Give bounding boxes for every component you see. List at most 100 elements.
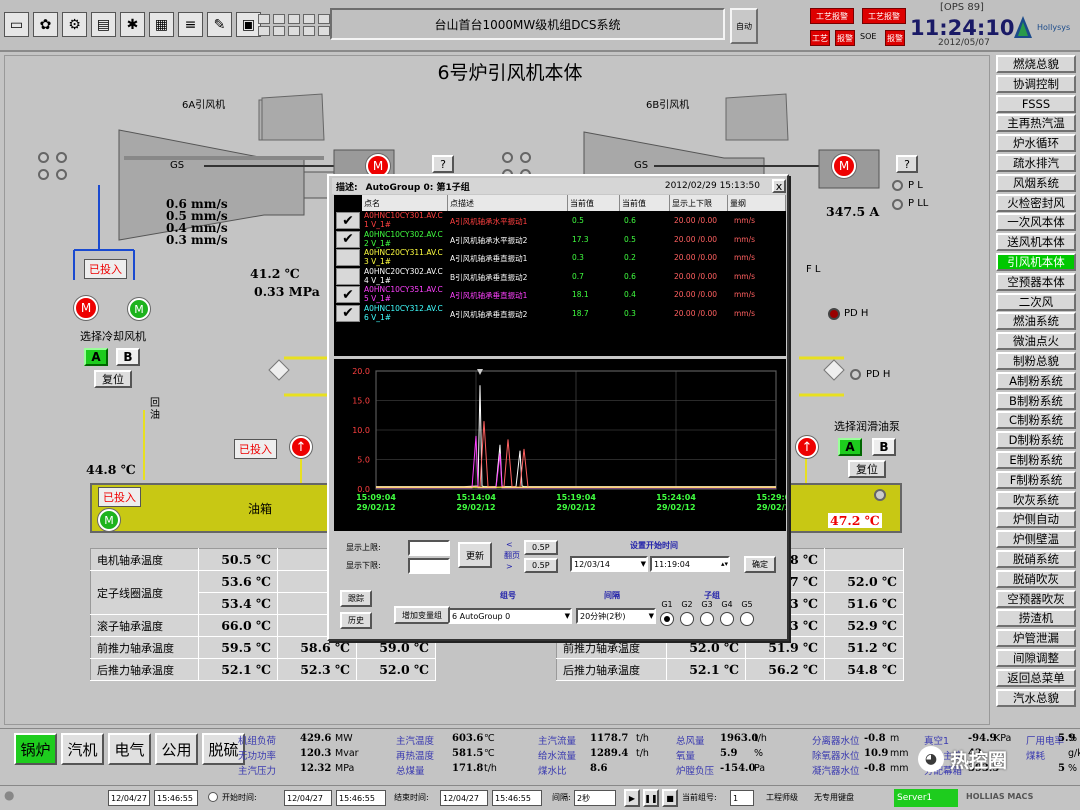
auto-button[interactable]: 自动 bbox=[730, 8, 758, 44]
cooling-select-b-button[interactable]: B bbox=[116, 348, 140, 366]
sidebar-item[interactable]: 火检密封风 bbox=[996, 193, 1076, 212]
lower-limit-input[interactable] bbox=[408, 558, 450, 574]
sidebar-item[interactable]: 疏水排汽 bbox=[996, 154, 1076, 172]
fan-a-help-button[interactable]: ? bbox=[432, 155, 454, 173]
sub-group-option[interactable]: G5 bbox=[740, 600, 754, 626]
sidebar-item[interactable]: B制粉系统 bbox=[996, 391, 1076, 410]
radio-icon[interactable] bbox=[208, 792, 218, 802]
alarm-button-3[interactable]: 工艺 bbox=[810, 30, 830, 46]
sidebar-item[interactable]: 风烟系统 bbox=[996, 173, 1076, 192]
sidebar-item[interactable]: 燃油系统 bbox=[996, 312, 1076, 331]
left-time-input[interactable]: 15:46:55 bbox=[154, 790, 198, 806]
sidebar-item[interactable]: 空预器本体 bbox=[996, 272, 1076, 291]
monitor-icon[interactable]: ▭ bbox=[4, 12, 29, 37]
lube-reset-button[interactable]: 复位 bbox=[848, 460, 886, 478]
row-checkbox[interactable]: ✔ bbox=[336, 212, 360, 229]
start-date-field[interactable]: 12/04/27 bbox=[284, 790, 332, 806]
end-date-field[interactable]: 12/04/27 bbox=[440, 790, 488, 806]
sidebar-item[interactable]: 制粉总貌 bbox=[996, 352, 1076, 370]
sidebar-item[interactable]: 炉管泄漏 bbox=[996, 629, 1076, 648]
oil-pump-a-arrow-icon[interactable]: ↑ bbox=[290, 436, 312, 458]
sidebar-item[interactable]: 燃烧总貌 bbox=[996, 55, 1076, 73]
page-up-link[interactable]: < bbox=[506, 540, 513, 549]
cooling-fan-b-motor[interactable]: M bbox=[128, 298, 150, 320]
sidebar-item[interactable]: 二次风 bbox=[996, 292, 1076, 311]
sidebar-item[interactable]: E制粉系统 bbox=[996, 451, 1076, 469]
trend-row[interactable]: A0HNC10CY302.AV.C 2 V_1# A引风机轴承水平振动2 17.3 0.… bbox=[364, 230, 784, 248]
group-no-bottom-field[interactable]: 1 bbox=[730, 790, 754, 806]
sub-group-option[interactable]: G2 bbox=[680, 600, 694, 626]
alarm-button-4[interactable]: 报警 bbox=[835, 30, 855, 46]
system-tab[interactable]: 汽机 bbox=[61, 733, 104, 765]
lube-select-a-button[interactable]: A bbox=[838, 438, 862, 456]
system-tab[interactable]: 公用 bbox=[155, 733, 198, 765]
trend-row[interactable]: A0HNC10CY301.AV.C 1 V_1# A引风机轴承水平振动1 0.5 0.6… bbox=[364, 211, 784, 229]
sidebar-item[interactable]: 炉水循环 bbox=[996, 134, 1076, 153]
sidebar-item[interactable]: 一次风本体 bbox=[996, 213, 1076, 232]
sidebar-item[interactable]: FSSS bbox=[996, 94, 1076, 113]
window-grid[interactable] bbox=[258, 14, 331, 36]
sidebar-item[interactable]: 炉侧自动 bbox=[996, 510, 1076, 529]
update-button[interactable]: 更新 bbox=[458, 542, 493, 568]
cooling-reset-button[interactable]: 复位 bbox=[94, 370, 132, 388]
start-date-input[interactable]: 12/03/14 ▼ bbox=[570, 556, 648, 572]
chart-icon[interactable]: ▤ bbox=[91, 12, 116, 37]
sidebar-item[interactable]: 汽水总貌 bbox=[996, 688, 1076, 707]
pen-icon[interactable]: ✎ bbox=[207, 12, 232, 37]
page-down-link[interactable]: > bbox=[506, 562, 513, 571]
play-icon[interactable]: ▶ bbox=[624, 789, 640, 807]
popup-close-button[interactable]: x bbox=[772, 179, 786, 193]
alarm-button-1[interactable]: 工艺报警 bbox=[810, 8, 854, 24]
alarm-button-2[interactable]: 工艺报警 bbox=[862, 8, 906, 24]
sub-group-option[interactable]: G3 bbox=[700, 600, 714, 626]
end-time-field[interactable]: 15:46:55 bbox=[492, 790, 542, 806]
sidebar-item[interactable]: D制粉系统 bbox=[996, 431, 1076, 450]
system-tab[interactable]: 锅炉 bbox=[14, 733, 57, 765]
half-page-button-2[interactable]: 0.5P bbox=[524, 558, 558, 573]
cooling-fan-a-motor[interactable]: M bbox=[74, 296, 98, 320]
oil-pump-b-arrow-icon[interactable]: ↑ bbox=[796, 436, 818, 458]
fan-b-motor[interactable]: M bbox=[832, 154, 856, 178]
lube-select-b-button[interactable]: B bbox=[872, 438, 896, 456]
confirm-button[interactable]: 确定 bbox=[744, 556, 776, 573]
settings-icon[interactable]: ✱ bbox=[120, 12, 145, 37]
track-button[interactable]: 跟踪 bbox=[340, 590, 372, 607]
pause-icon[interactable]: ❚❚ bbox=[643, 789, 659, 807]
sidebar-item[interactable]: 吹灰系统 bbox=[996, 490, 1076, 509]
sidebar-item[interactable]: C制粉系统 bbox=[996, 411, 1076, 430]
cooling-select-a-button[interactable]: A bbox=[84, 348, 108, 366]
system-tab[interactable]: 电气 bbox=[108, 733, 151, 765]
database-icon[interactable]: ≡ bbox=[178, 12, 203, 37]
alarm-button-5[interactable]: 报警 bbox=[885, 30, 905, 46]
fan-icon[interactable]: ✿ bbox=[33, 12, 58, 37]
trend-row[interactable]: A0HNC20CY311.AV.C 3 V_1# A引风机轴承垂直振动1 0.3 0.2… bbox=[364, 248, 784, 266]
interval-select[interactable]: 20分钟(2秒) ▼ bbox=[576, 608, 656, 624]
sub-group-option[interactable]: G1 bbox=[660, 600, 674, 626]
sidebar-item[interactable]: A制粉系统 bbox=[996, 371, 1076, 390]
stop-icon[interactable]: ■ bbox=[662, 789, 678, 807]
trend-row[interactable]: A0HNC10CY312.AV.C 6 V_1# A引风机轴承垂直振动2 18.7 0.… bbox=[364, 304, 784, 322]
sidebar-item[interactable]: 脱硝系统 bbox=[996, 550, 1076, 568]
document-icon[interactable]: ▦ bbox=[149, 12, 174, 37]
sidebar-item[interactable]: 协调控制 bbox=[996, 74, 1076, 93]
sidebar-item[interactable]: 脱硝吹灰 bbox=[996, 569, 1076, 588]
sidebar-item[interactable]: 引风机本体 bbox=[996, 253, 1076, 271]
sidebar-item[interactable]: 主再热汽温 bbox=[996, 114, 1076, 133]
sidebar-item[interactable]: 返回总菜单 bbox=[996, 668, 1076, 687]
half-page-button-1[interactable]: 0.5P bbox=[524, 540, 558, 555]
sidebar-item[interactable]: F制粉系统 bbox=[996, 470, 1076, 489]
row-checkbox[interactable] bbox=[336, 249, 360, 266]
sidebar-item[interactable]: 炉侧壁温 bbox=[996, 530, 1076, 549]
row-checkbox[interactable] bbox=[336, 267, 360, 285]
add-var-group-button[interactable]: 增加变量组 bbox=[394, 606, 450, 624]
interval-bottom-select[interactable]: 2秒 bbox=[574, 790, 616, 806]
group-select[interactable]: 6 AutoGroup 0 ▼ bbox=[448, 608, 572, 624]
row-checkbox[interactable]: ✔ bbox=[336, 304, 360, 322]
sub-group-option[interactable]: G4 bbox=[720, 600, 734, 626]
sidebar-item[interactable]: 捞渣机 bbox=[996, 609, 1076, 628]
fan-b-help-button[interactable]: ? bbox=[896, 155, 918, 173]
left-date-input[interactable]: 12/04/27 bbox=[108, 790, 150, 806]
sidebar-item[interactable]: 间隙调整 bbox=[996, 649, 1076, 667]
trend-row[interactable]: A0HNC20CY302.AV.C 4 V_1# B引风机轴承垂直振动2 0.7 0.6… bbox=[364, 267, 784, 285]
trend-row[interactable]: A0HNC10CY351.AV.C 5 V_1# A引风机轴承垂直振动1 18.1 0.… bbox=[364, 285, 784, 303]
